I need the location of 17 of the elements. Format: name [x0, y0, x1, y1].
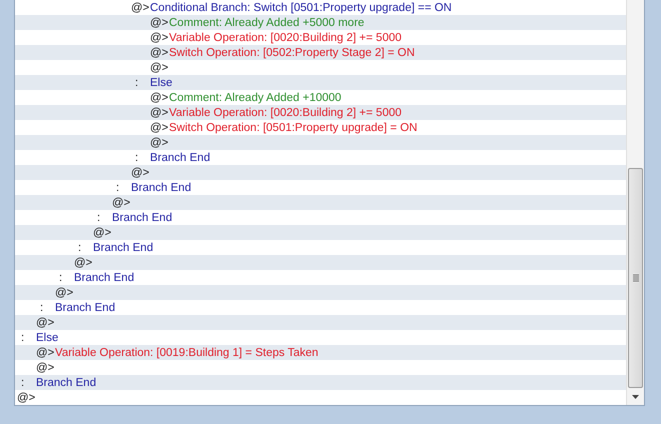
- event-command[interactable]: @>: [15, 135, 626, 150]
- event-command[interactable]: @>: [15, 165, 626, 180]
- event-command[interactable]: @>Variable Operation: [0019:Building 1] = Steps Taken: [15, 345, 626, 360]
- scrollbar-thumb[interactable]: [628, 168, 643, 388]
- event-command[interactable]: @>: [15, 285, 626, 300]
- event-command[interactable]: @>: [15, 225, 626, 240]
- event-command[interactable]: @>Switch Operation: [0502:Property Stage 2] = ON: [15, 45, 626, 60]
- event-command[interactable]: @>: [15, 195, 626, 210]
- event-command[interactable]: @>Variable Operation: [0020:Building 2] += 5000: [15, 105, 626, 120]
- scrollbar[interactable]: [626, 0, 644, 405]
- event-command[interactable]: : Branch End: [15, 375, 626, 390]
- event-command[interactable]: @>: [15, 315, 626, 330]
- event-command[interactable]: : Else: [15, 75, 626, 90]
- event-command[interactable]: @>Comment: Already Added +5000 more: [15, 15, 626, 30]
- grip-icon: [632, 274, 638, 282]
- down-arrow-icon: [632, 394, 639, 398]
- event-command[interactable]: @>: [15, 255, 626, 270]
